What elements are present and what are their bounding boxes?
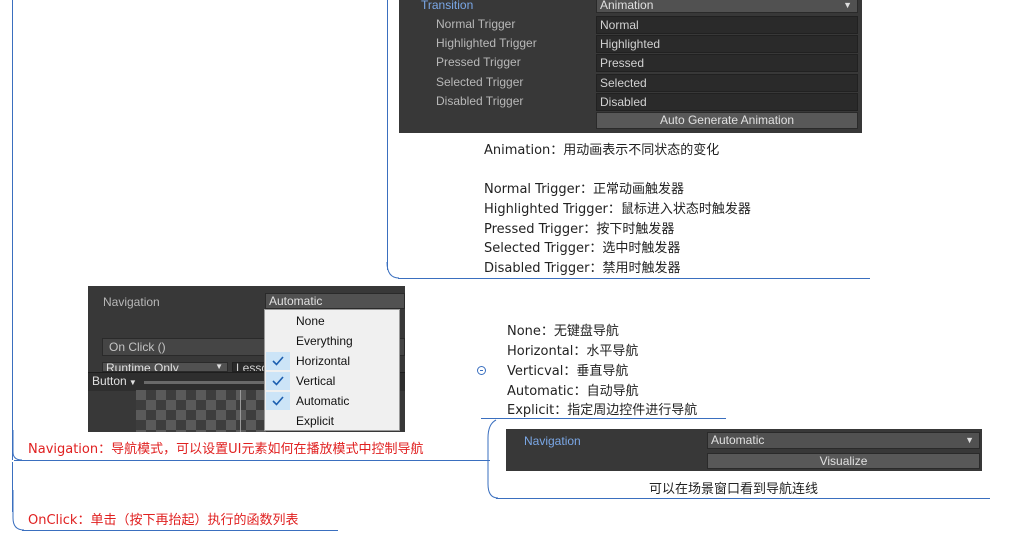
visualize-inspector-panel: Navigation Automatic ▼ Visualize (506, 429, 982, 471)
onclick-curve (12, 490, 25, 531)
visualize-navigation-value: Automatic (711, 433, 765, 447)
menu-item-label: None (296, 314, 325, 328)
onclick-underline (22, 530, 338, 531)
navigation-dropdown-menu: None Everything Horizontal Vertical Auto… (264, 309, 400, 431)
menu-item-horizontal[interactable]: Horizontal (265, 351, 399, 371)
nav-note-explicit: Explicit：指定周边控件进行导航 (507, 403, 698, 418)
nav-note-none: None：无键盘导航 (507, 324, 619, 339)
menu-item-everything[interactable]: Everything (265, 331, 399, 351)
navigation-dropdown[interactable]: Automatic (265, 293, 405, 309)
runtime-only-value: Runtime Only (106, 362, 179, 372)
selected-trigger-note: Selected Trigger：选中时触发器 (484, 241, 681, 256)
highlighted-trigger-label: Highlighted Trigger (436, 36, 537, 50)
navigation-underline (14, 460, 490, 461)
visualize-caption: 可以在场景窗口看到导航连线 (649, 482, 819, 497)
selected-trigger-field[interactable]: Selected (596, 74, 858, 92)
transition-branch-vertical (387, 0, 388, 270)
onclick-topic: OnClick：单击（按下再抬起）执行的函数列表 (28, 513, 299, 528)
normal-trigger-label: Normal Trigger (436, 17, 516, 31)
disabled-trigger-label: Disabled Trigger (436, 94, 524, 108)
disabled-trigger-note: Disabled Trigger：禁用时触发器 (484, 261, 681, 276)
button-tab-label: Button (92, 374, 127, 388)
transition-label: Transition (421, 0, 474, 12)
selected-trigger-label: Selected Trigger (436, 75, 524, 89)
menu-item-label: Everything (296, 334, 353, 348)
pressed-trigger-label: Pressed Trigger (436, 55, 521, 69)
scene-checkerboard (136, 390, 266, 432)
navigation-label: Navigation (103, 295, 160, 309)
transition-dropdown[interactable]: Animation ▼ (596, 0, 858, 13)
chevron-down-icon: ▼ (215, 362, 223, 371)
animation-note: Animation：用动画表示不同状态的变化 (484, 143, 720, 158)
nav-note-vertical: Verticval：垂直导航 (507, 364, 629, 379)
menu-item-label: Vertical (296, 374, 336, 388)
chevron-down-icon: ▼ (843, 0, 852, 10)
navigation-topic: Navigation：导航模式，可以设置UI元素如何在播放模式中控制导航 (28, 442, 424, 457)
highlighted-trigger-field[interactable]: Highlighted (596, 35, 858, 53)
menu-item-label: Horizontal (296, 354, 351, 368)
normal-trigger-field[interactable]: Normal (596, 16, 858, 34)
navigation-curve (12, 430, 23, 461)
menu-item-vertical[interactable]: Vertical (265, 371, 399, 391)
timeline-slider[interactable] (144, 381, 264, 384)
visualize-underline (496, 498, 990, 499)
auto-generate-animation-button[interactable]: Auto Generate Animation (596, 112, 858, 129)
menu-item-label: Explicit (296, 414, 335, 428)
nav-note-horizontal: Horizontal：水平导航 (507, 344, 639, 359)
pressed-trigger-note: Pressed Trigger：按下时触发器 (484, 222, 675, 237)
disabled-trigger-field[interactable]: Disabled (596, 93, 858, 111)
normal-trigger-note: Normal Trigger：正常动画触发器 (484, 182, 685, 197)
menu-item-label: Automatic (296, 394, 350, 408)
scene-guide-line (240, 390, 241, 432)
transition-dropdown-value: Animation (600, 0, 654, 12)
pressed-trigger-field[interactable]: Pressed (596, 54, 858, 72)
nav-note-automatic: Automatic：自动导航 (507, 384, 639, 399)
visualize-button[interactable]: Visualize (707, 453, 980, 469)
menu-item-explicit[interactable]: Explicit (265, 411, 399, 431)
branch-line-left-vertical (12, 0, 13, 460)
transition-inspector-panel: Transition Animation ▼ Normal Trigger No… (399, 0, 862, 133)
collapse-toggle-icon[interactable] (477, 366, 486, 375)
highlighted-trigger-note: Highlighted Trigger：鼠标进入状态时触发器 (484, 202, 751, 217)
chevron-down-icon: ▼ (965, 435, 974, 445)
button-tab[interactable]: Button ▼ (92, 374, 137, 388)
navigation-dropdown-value: Automatic (269, 294, 323, 308)
visualize-navigation-label: Navigation (524, 434, 581, 448)
check-icon (266, 352, 290, 370)
nav-branch-curve (487, 419, 499, 499)
check-icon (266, 372, 290, 390)
visualize-navigation-dropdown[interactable]: Automatic ▼ (707, 432, 980, 449)
runtime-only-dropdown[interactable]: Runtime Only ▼ (102, 362, 228, 372)
menu-item-automatic[interactable]: Automatic (265, 391, 399, 411)
onclick-label: On Click () (109, 340, 166, 354)
chevron-down-icon: ▼ (126, 378, 137, 387)
nav-notes-underline (481, 418, 726, 419)
transition-notes-underline (398, 278, 870, 279)
transition-branch-curve (386, 262, 400, 279)
menu-item-none[interactable]: None (265, 311, 399, 331)
check-icon (266, 392, 290, 410)
